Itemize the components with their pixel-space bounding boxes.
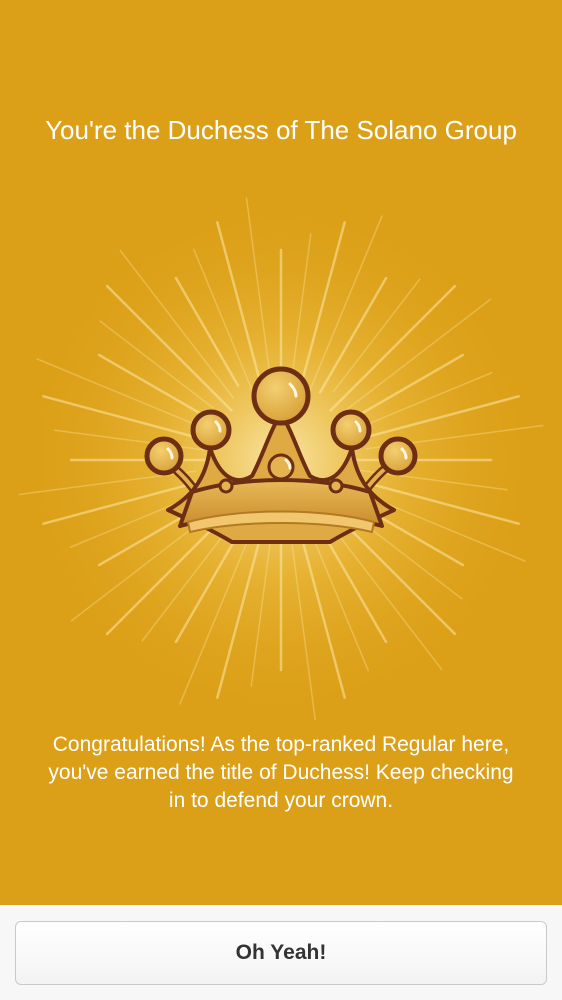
action-footer: Oh Yeah! — [0, 905, 562, 1000]
crown-illustration — [18, 197, 544, 720]
badge-screen: You're the Duchess of The Solano Group C… — [0, 0, 562, 905]
page-title: You're the Duchess of The Solano Group — [45, 115, 517, 145]
oh-yeah-button[interactable]: Oh Yeah! — [15, 921, 547, 985]
congratulations-message: Congratulations! As the top-ranked Regul… — [48, 733, 514, 812]
